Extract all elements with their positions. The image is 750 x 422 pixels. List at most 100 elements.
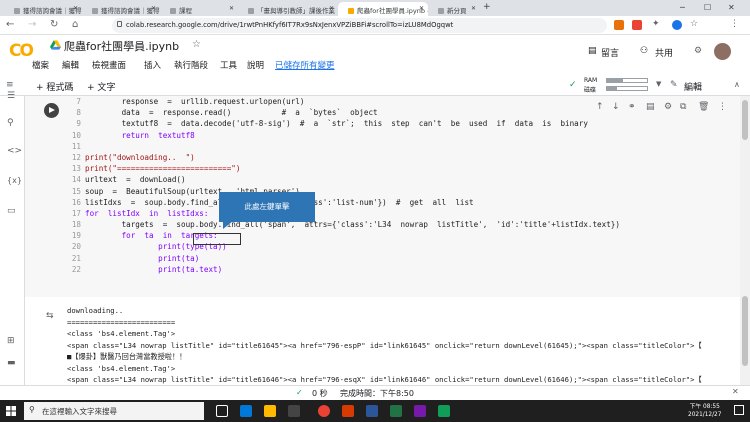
- run-cell-button[interactable]: [44, 103, 59, 118]
- file-explorer-icon[interactable]: [264, 405, 276, 417]
- line-number: 12: [71, 152, 81, 162]
- comment-button[interactable]: 留言: [601, 46, 619, 59]
- new-tab-button[interactable]: +: [483, 2, 491, 12]
- forward-icon[interactable]: →: [28, 19, 36, 30]
- colab-logo[interactable]: CO: [9, 41, 34, 61]
- windows-start-icon[interactable]: [6, 406, 16, 416]
- browser-tab-active[interactable]: 爬蟲for社團學員.ipynb - Colabor✕: [338, 2, 428, 16]
- settings-icon[interactable]: ⚙: [694, 46, 702, 56]
- menu-insert[interactable]: 插入: [144, 59, 161, 71]
- comment-icon[interactable]: ▤: [588, 46, 597, 56]
- puzzle-extensions-icon[interactable]: ✦: [652, 19, 660, 29]
- maximize-icon[interactable]: ☐: [704, 3, 711, 12]
- instruction-callout: 此處左鍵單擊: [219, 192, 315, 229]
- code-text: for listIdx in listIdxs:: [85, 208, 209, 218]
- output-menu-icon[interactable]: ⇆: [46, 311, 54, 321]
- system-clock[interactable]: 下午 08:55 2021/12/27: [688, 403, 721, 419]
- resource-dropdown-icon[interactable]: ▼: [656, 80, 661, 88]
- back-icon[interactable]: ←: [6, 19, 14, 30]
- add-code-button[interactable]: + 程式碼: [36, 80, 73, 93]
- browser-tab-bar: 獲得諮詢會議｜獲得諮詢會議✕ 獲得諮詢會議｜獲得諮詢會議✕ 課程 ✕ 「畫與導引教…: [0, 0, 750, 16]
- code-line: 22 print(ta.text): [63, 264, 723, 275]
- star-icon[interactable]: ☆: [192, 39, 201, 50]
- url-field[interactable]: colab.research.google.com/drive/1rwtPnHK…: [112, 18, 607, 33]
- menu-runtime[interactable]: 執行階段: [174, 59, 208, 71]
- toc-menu-icon[interactable]: ≡: [6, 80, 14, 90]
- app-icon[interactable]: [414, 405, 426, 417]
- collapse-icon[interactable]: ∧: [734, 80, 740, 89]
- close-status-icon[interactable]: ✕: [732, 387, 739, 396]
- code-line: 17 for listIdx in listIdxs:: [63, 208, 723, 219]
- edge-icon[interactable]: [240, 405, 252, 417]
- home-icon[interactable]: ⌂: [72, 19, 78, 30]
- extension-icon[interactable]: [632, 20, 642, 30]
- menu-view[interactable]: 檢視畫面: [92, 59, 126, 71]
- profile-icon[interactable]: [672, 20, 682, 30]
- reload-icon[interactable]: ↻: [50, 19, 58, 30]
- line-number: 21: [71, 253, 81, 263]
- browser-tab[interactable]: 獲得諮詢會議｜獲得諮詢會議✕: [82, 2, 160, 16]
- add-text-button[interactable]: + 文字: [87, 80, 115, 93]
- scrollbar-thumb[interactable]: [742, 100, 748, 140]
- avatar[interactable]: [714, 43, 731, 60]
- store-icon[interactable]: [288, 405, 300, 417]
- close-tab-icon[interactable]: ✕: [73, 5, 78, 12]
- resource-monitor[interactable]: RAM 磁碟: [584, 77, 648, 94]
- output-text: downloading.. ========================= …: [67, 305, 737, 386]
- close-tab-icon[interactable]: ✕: [419, 5, 424, 12]
- browser-menu-icon[interactable]: ⋮: [730, 19, 739, 29]
- output-line: <class 'bs4.element.Tag'>: [67, 363, 176, 373]
- files-folder-icon[interactable]: ▭: [7, 206, 16, 216]
- code-snippets-icon[interactable]: <>: [7, 146, 22, 156]
- excel-icon[interactable]: [390, 405, 402, 417]
- word-icon[interactable]: [366, 405, 378, 417]
- colab-header: CO 爬蟲for社團學員.ipynb ☆ 檔案 編輯 檢視畫面 插入 執行階段 …: [0, 35, 750, 75]
- close-tab-icon[interactable]: ✕: [229, 5, 234, 12]
- line-number: 16: [71, 197, 81, 207]
- people-icon[interactable]: ⚇: [640, 46, 648, 56]
- share-button[interactable]: 共用: [655, 46, 673, 59]
- close-window-icon[interactable]: ✕: [728, 3, 735, 12]
- pencil-icon[interactable]: ✎: [670, 80, 678, 90]
- close-tab-icon[interactable]: ✕: [151, 5, 156, 12]
- notebook-scrollbar[interactable]: [740, 96, 750, 385]
- taskbar-search-input[interactable]: ⚲ 在這裡輸入文字來搜尋: [24, 402, 204, 420]
- output-scrollbar-thumb[interactable]: [742, 296, 748, 366]
- app-icon[interactable]: [438, 405, 450, 417]
- menu-file[interactable]: 檔案: [32, 59, 49, 71]
- toc-icon[interactable]: ☰: [7, 91, 15, 101]
- saved-status-link[interactable]: 已儲存所有變更: [275, 59, 335, 71]
- browser-tab[interactable]: 獲得諮詢會議｜獲得諮詢會議✕: [4, 2, 82, 16]
- powerpoint-icon[interactable]: [342, 405, 354, 417]
- code-line: 20 print(type(ta)): [63, 241, 723, 252]
- menu-help[interactable]: 說明: [247, 59, 264, 71]
- terminal-icon[interactable]: ▬: [7, 358, 16, 368]
- output-line: downloading..: [67, 306, 124, 315]
- close-tab-icon[interactable]: ✕: [329, 5, 334, 12]
- notebook-title[interactable]: 爬蟲for社團學員.ipynb: [64, 38, 179, 54]
- code-text: targets = soup.body.find_all('span', att…: [85, 220, 620, 230]
- task-view-icon[interactable]: [216, 405, 228, 417]
- browser-tab[interactable]: 課程 ✕: [160, 2, 238, 16]
- command-palette-icon[interactable]: ⊞: [7, 336, 15, 346]
- code-editor[interactable]: 7 response = urllib.request.urlopen(url)…: [63, 96, 723, 275]
- code-text: print("========================="): [85, 164, 241, 174]
- line-number: 13: [71, 164, 81, 174]
- variables-icon[interactable]: {x}: [7, 176, 22, 185]
- notification-icon[interactable]: [734, 405, 744, 415]
- code-text: textutf8 = data.decode('utf-8-sig') # a …: [85, 119, 588, 129]
- brave-extension-icon[interactable]: [614, 20, 624, 30]
- chrome-icon[interactable]: [318, 405, 330, 417]
- browser-tab[interactable]: 新分頁 ✕: [428, 2, 480, 16]
- menu-tools[interactable]: 工具: [220, 59, 237, 71]
- code-text: print(ta.text): [85, 264, 223, 274]
- close-tab-icon[interactable]: ✕: [471, 5, 476, 12]
- menu-edit[interactable]: 編輯: [62, 59, 79, 71]
- bookmark-star-icon[interactable]: ☆: [690, 19, 698, 29]
- minimize-icon[interactable]: ─: [680, 3, 685, 12]
- edit-button[interactable]: 編輯: [684, 80, 702, 93]
- code-line: 21 print(ta): [63, 253, 723, 264]
- browser-tab[interactable]: 「畫與導引教師」課後作業 ✕: [238, 2, 338, 16]
- search-icon[interactable]: ⚲: [7, 118, 14, 128]
- line-number: 20: [71, 242, 81, 252]
